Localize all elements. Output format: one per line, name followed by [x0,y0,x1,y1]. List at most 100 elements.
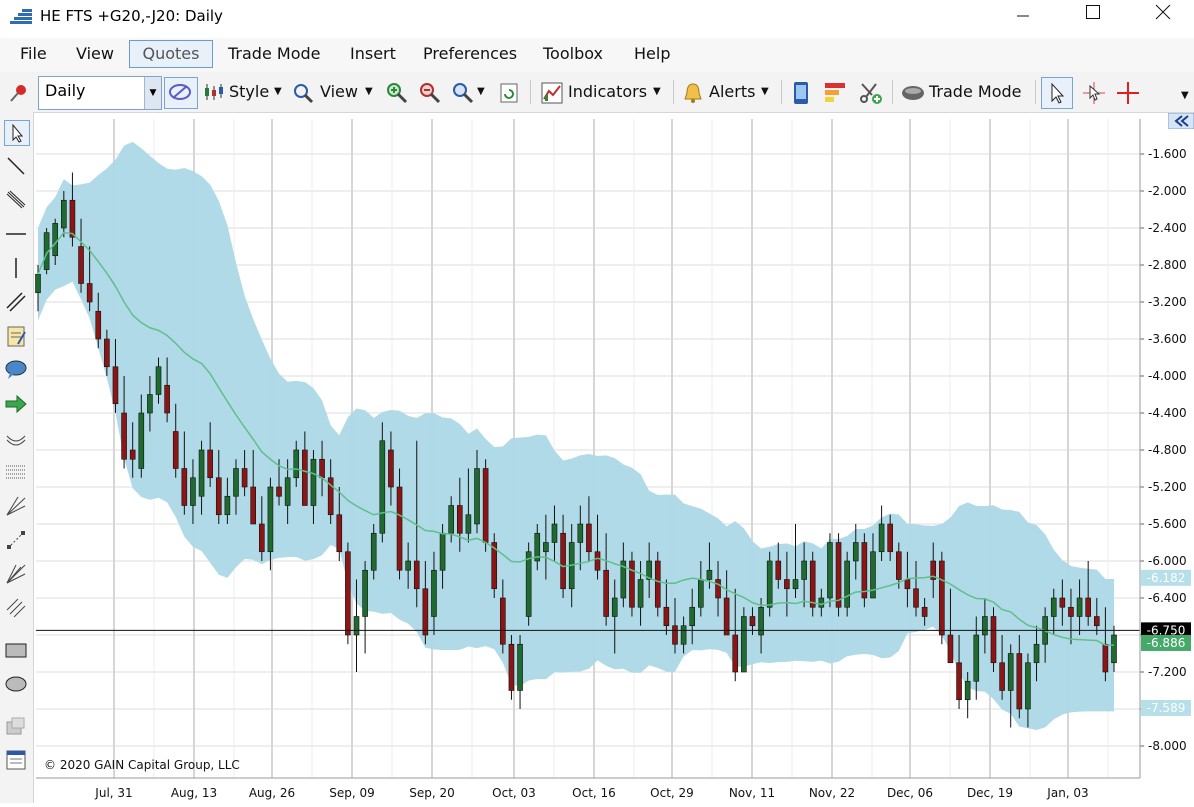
note-tool-icon[interactable] [4,324,28,348]
heatmap-icon[interactable] [823,81,849,105]
menu-insert[interactable]: Insert [344,41,402,67]
gann-fan-tool-icon[interactable] [4,562,28,586]
candle-body [198,449,205,497]
period-select[interactable]: Daily ▼ [38,76,162,110]
candle-body [104,338,110,368]
parallel-lines-tool-icon[interactable] [4,290,28,314]
select-tool-icon[interactable] [4,120,30,146]
candle-body [517,643,523,691]
candle-body [78,246,84,284]
mobile-icon[interactable] [790,81,812,105]
candle-body [61,199,67,229]
y-tick-label: -4.400 [1148,406,1187,420]
zoom-out-icon[interactable] [418,81,442,105]
candle-body [86,283,93,303]
candle-body [190,477,196,506]
minimize-button[interactable] [1000,0,1046,32]
candle-body [181,468,188,506]
candle-body [887,523,893,553]
indicators-chevron-icon[interactable]: ▼ [653,78,661,106]
alerts-chevron-icon[interactable]: ▼ [761,78,769,106]
price-label: -6.886 [1147,636,1186,650]
style-chevron-icon[interactable]: ▼ [274,78,282,106]
menu-help[interactable]: Help [628,41,676,67]
toolbar: Daily ▼ Style ▼ View ▼ ▼ Indicators ▼ Al… [0,72,1194,113]
select-pointer-button[interactable] [1041,77,1073,109]
candle-body [999,662,1005,691]
indicators-dropdown[interactable]: Indicators [568,78,647,106]
fibonacci-tool-icon[interactable] [4,460,28,484]
style-dropdown[interactable]: Style [229,78,269,106]
vertical-line-tool-icon[interactable] [4,256,28,280]
menu-toolbox[interactable]: Toolbox [537,41,609,67]
close-button[interactable] [1140,0,1186,32]
maximize-button[interactable] [1070,0,1116,32]
candle-body [345,551,351,636]
ellipse-tool-icon[interactable] [4,672,28,696]
toolbar-separator [673,80,674,104]
scissors-plus-icon[interactable] [858,81,884,105]
menu-trade-mode[interactable]: Trade Mode [222,41,326,67]
fan-tool-icon[interactable] [4,494,28,518]
candle-body [276,486,282,497]
candle-body [267,486,274,553]
arrow-tool-icon[interactable] [4,392,28,416]
view-chevron-icon[interactable]: ▼ [365,78,373,106]
chevron-down-icon[interactable]: ▼ [144,77,161,109]
candle-body [939,560,945,636]
candle-body [852,542,859,562]
chart-link-button[interactable] [164,77,198,109]
rectangle-tool-icon[interactable] [4,638,28,662]
andrews-pitchfork-tool-icon[interactable] [4,596,28,620]
candle-body [990,616,997,664]
channel-tool-icon[interactable] [4,188,28,212]
trade-mode-button[interactable]: Trade Mode [929,78,1021,106]
toolbar-separator [1035,80,1036,104]
view-dropdown[interactable]: View [320,78,358,106]
chart-canvas[interactable]: -1.600 -2.000 -2.400 -2.800 -3.200 -3.600 -4.0… [34,113,1194,803]
zoom-in-icon[interactable] [385,81,409,105]
y-tick-label: -2.400 [1148,221,1187,235]
close-icon [1155,4,1171,20]
candle-body [233,468,239,497]
collapse-panel-icon[interactable] [1168,113,1194,129]
crosshair-icon[interactable] [1115,80,1141,106]
arc-tool-icon[interactable] [4,426,28,450]
trendline-tool-icon[interactable] [4,154,28,178]
candle-body [164,384,170,414]
menu-quotes[interactable]: Quotes [129,40,213,68]
y-tick-label: -3.200 [1148,295,1187,309]
candle-body [319,458,325,479]
price-chart[interactable]: -1.600 -2.000 -2.400 -2.800 -3.200 -3.600 -4.0… [34,113,1194,803]
crosshair-pointer-icon[interactable] [1081,80,1107,106]
candle-body [766,560,773,608]
x-tick-label: Aug, 26 [249,786,295,800]
candle-body [439,532,446,571]
callout-tool-icon[interactable] [4,358,28,382]
candle-body [801,560,807,580]
candle-body [1025,662,1031,710]
x-tick-label: Nov, 22 [809,786,855,800]
candle-body [784,579,790,590]
y-tick-label: -6.000 [1148,554,1187,568]
zoom-chevron-icon[interactable]: ▼ [477,78,485,106]
candle-body [121,412,127,460]
candle-body [379,440,386,534]
alerts-dropdown[interactable]: Alerts [709,78,755,106]
properties-tool-icon[interactable] [4,748,28,772]
zoom-menu-icon[interactable] [451,81,475,105]
pin-icon[interactable] [8,82,30,104]
candle-body [1076,597,1083,617]
period-value: Daily [45,81,86,100]
menu-preferences[interactable]: Preferences [417,41,523,67]
menu-view[interactable]: View [70,41,120,67]
candle-body [396,486,403,571]
y-tick-label: -2.000 [1148,184,1187,198]
measure-tool-icon[interactable] [4,528,28,552]
toolbar-overflow-icon[interactable]: ▼ [1181,86,1189,114]
refresh-icon[interactable] [498,82,520,104]
menu-file[interactable]: File [14,41,53,67]
horizontal-line-tool-icon[interactable] [4,222,28,246]
candle-body [1102,643,1109,673]
candle-body [259,523,265,553]
